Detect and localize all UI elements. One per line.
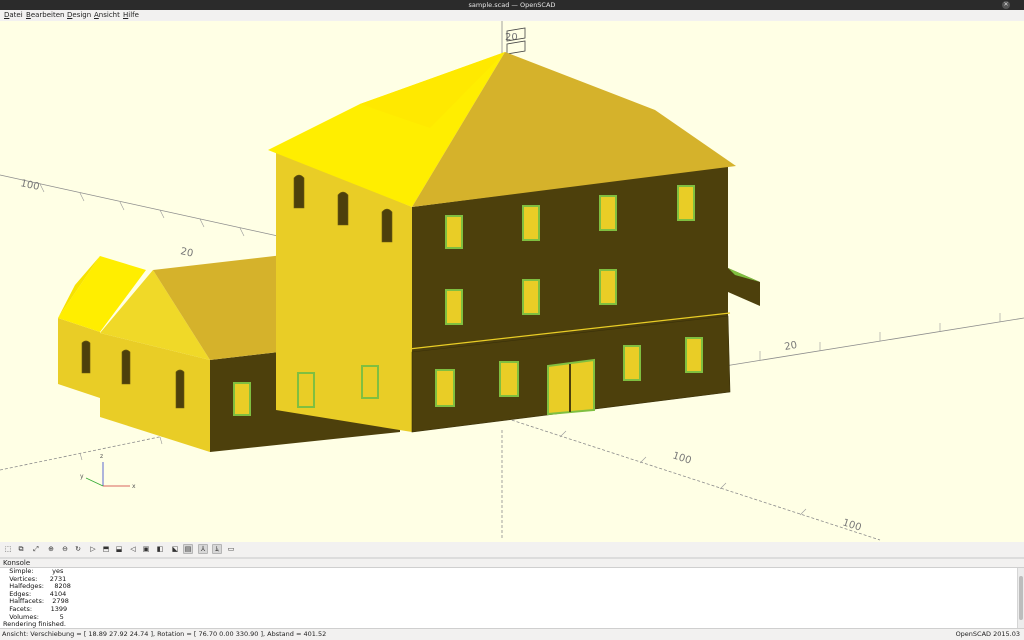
status-viewport-info: Ansicht: Verschiebung = [ 18.89 27.92 24… (2, 630, 327, 638)
console-title: Konsole (3, 559, 31, 567)
view-back-icon[interactable]: ◧ (155, 544, 165, 554)
perspective-icon[interactable]: ⬕ (170, 544, 180, 554)
axis-gizmo: z x y (80, 453, 136, 490)
axis-label-z: z (100, 453, 103, 460)
render-icon[interactable]: ⧉ (16, 544, 26, 554)
zoom-out-icon[interactable]: ⊖ (60, 544, 70, 554)
close-icon[interactable]: ✕ (1002, 1, 1010, 9)
view-front-icon[interactable]: ▣ (141, 544, 151, 554)
status-bar: Ansicht: Verschiebung = [ 18.89 27.92 24… (0, 629, 1024, 640)
view-toolbar: ⬚ ⧉ ⤢ ⊕ ⊖ ↻ ▷ ⬒ ⬓ ◁ ▣ ◧ ⬕ ▤ ⅄ ﾑ ▭ (0, 542, 1024, 557)
show-edges-icon[interactable]: ▭ (226, 544, 236, 554)
console-scrollbar[interactable] (1017, 568, 1024, 628)
zoom-in-icon[interactable]: ⊕ (46, 544, 56, 554)
menu-hilfe[interactable]: Hilfe (123, 11, 139, 19)
view-right-icon[interactable]: ▷ (88, 544, 98, 554)
console-output: Simple: yes Vertices: 2731 Halfedges: 82… (3, 568, 71, 629)
scale-mark-x-neg: 100 (19, 178, 40, 193)
orthogonal-icon[interactable]: ▤ (183, 544, 193, 554)
scale-mark-y-20: 20 (784, 340, 798, 353)
menu-ansicht[interactable]: Ansicht (94, 11, 120, 19)
console-panel[interactable]: Simple: yes Vertices: 2731 Halfedges: 82… (0, 567, 1024, 629)
menu-bearbeiten[interactable]: Bearbeiten (26, 11, 64, 19)
viewport-canvas[interactable]: 100 20 20 100 100 20 z x y (0, 21, 1024, 542)
view-left-icon[interactable]: ◁ (128, 544, 138, 554)
menu-design[interactable]: Design (67, 11, 91, 19)
show-scale-markers-icon[interactable]: ﾑ (212, 544, 222, 554)
view-top-icon[interactable]: ⬒ (101, 544, 111, 554)
status-version: OpenSCAD 2015.03 (955, 630, 1020, 638)
building-model (58, 52, 760, 452)
scale-mark-x-20: 20 (179, 246, 194, 259)
menu-datei[interactable]: Datei (4, 11, 23, 19)
menu-bar: Datei Bearbeiten Design Ansicht Hilfe (0, 10, 1024, 21)
axis-label-y: y (80, 473, 84, 480)
console-scrollbar-thumb[interactable] (1019, 576, 1023, 620)
axis-label-x: x (132, 483, 136, 490)
window-title: sample.scad — OpenSCAD (468, 1, 556, 9)
console-splitter[interactable] (0, 557, 1024, 559)
show-axes-icon[interactable]: ⅄ (198, 544, 208, 554)
preview-icon[interactable]: ⬚ (3, 544, 13, 554)
view-bottom-icon[interactable]: ⬓ (114, 544, 124, 554)
3d-viewport[interactable]: 100 20 20 100 100 20 z x y (0, 21, 1024, 542)
window-titlebar: sample.scad — OpenSCAD ✕ (0, 0, 1024, 10)
scale-mark-y-neg-100: 100 (841, 517, 863, 533)
console-line: Rendering finished. (3, 620, 66, 629)
scale-mark-y-100: 100 (671, 450, 693, 466)
zoom-all-icon[interactable]: ⤢ (31, 544, 41, 554)
reset-view-icon[interactable]: ↻ (73, 544, 83, 554)
